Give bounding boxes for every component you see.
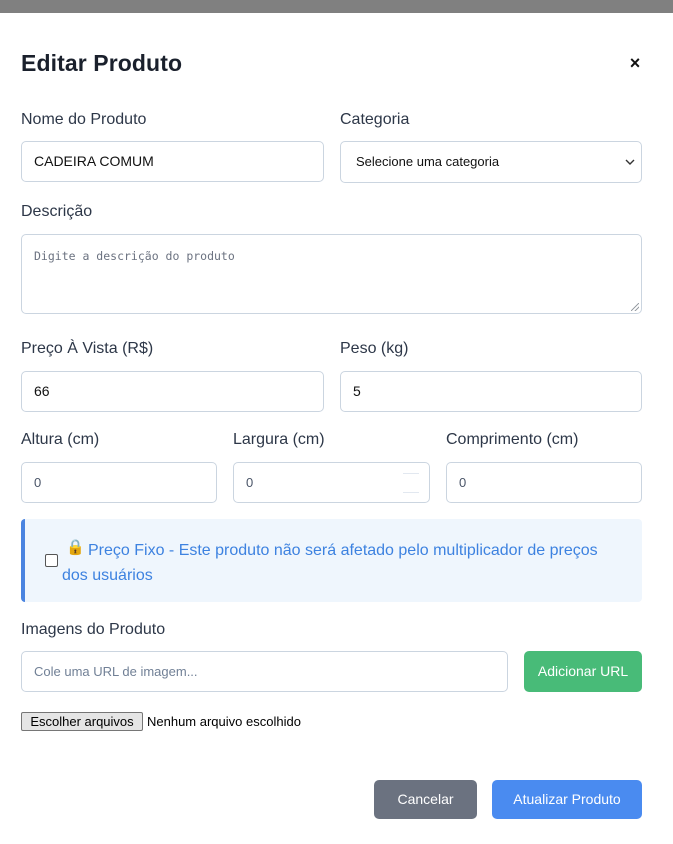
- image-url-input[interactable]: Cole uma URL de imagem...: [21, 651, 508, 692]
- description-textarea[interactable]: Digite a descrição do produto: [21, 234, 642, 314]
- weight-input[interactable]: 5: [340, 371, 642, 412]
- cancel-button[interactable]: Cancelar: [374, 780, 477, 819]
- update-product-button[interactable]: Atualizar Produto: [492, 780, 642, 819]
- price-value: 66: [34, 383, 50, 399]
- price-label: Preço À Vista (R$): [21, 340, 154, 357]
- width-label: Largura (cm): [233, 431, 325, 448]
- description-label: Descrição: [21, 203, 93, 220]
- height-label: Altura (cm): [21, 431, 100, 448]
- category-label: Categoria: [340, 111, 410, 128]
- close-icon[interactable]: ×: [624, 52, 646, 74]
- add-url-button[interactable]: Adicionar URL: [524, 651, 642, 692]
- length-value: 0: [459, 475, 467, 490]
- fixed-price-text: Preço Fixo - Este produto não será afeta…: [62, 542, 598, 584]
- width-input[interactable]: 0: [233, 462, 430, 503]
- overlay-top-strip: [0, 0, 673, 13]
- chevron-down-icon: [625, 142, 635, 198]
- product-name-value: CADEIRA COMUM: [34, 153, 154, 169]
- height-value: 0: [34, 475, 42, 490]
- images-label: Imagens do Produto: [21, 621, 166, 638]
- width-value: 0: [246, 475, 254, 490]
- file-status-text: Nenhum arquivo escolhido: [147, 714, 301, 729]
- fixed-price-notice: 🔒 Preço Fixo - Este produto não será afe…: [21, 519, 642, 602]
- number-spinner[interactable]: [403, 473, 419, 493]
- description-placeholder: Digite a descrição do produto: [34, 249, 235, 263]
- modal-title: Editar Produto: [21, 50, 183, 76]
- choose-files-button[interactable]: Escolher arquivos: [21, 712, 143, 731]
- image-url-placeholder: Cole uma URL de imagem...: [34, 664, 198, 679]
- category-select[interactable]: Selecione uma categoria: [340, 141, 642, 183]
- weight-value: 5: [353, 383, 361, 399]
- resize-grip-icon[interactable]: [631, 303, 639, 311]
- height-input[interactable]: 0: [21, 462, 217, 503]
- product-name-input[interactable]: CADEIRA COMUM: [21, 141, 324, 182]
- product-name-label: Nome do Produto: [21, 111, 147, 128]
- price-input[interactable]: 66: [21, 371, 324, 412]
- fixed-price-checkbox[interactable]: [45, 554, 58, 567]
- length-label: Comprimento (cm): [446, 431, 579, 448]
- weight-label: Peso (kg): [340, 340, 409, 357]
- length-input[interactable]: 0: [446, 462, 642, 503]
- category-selected-value: Selecione uma categoria: [356, 154, 500, 169]
